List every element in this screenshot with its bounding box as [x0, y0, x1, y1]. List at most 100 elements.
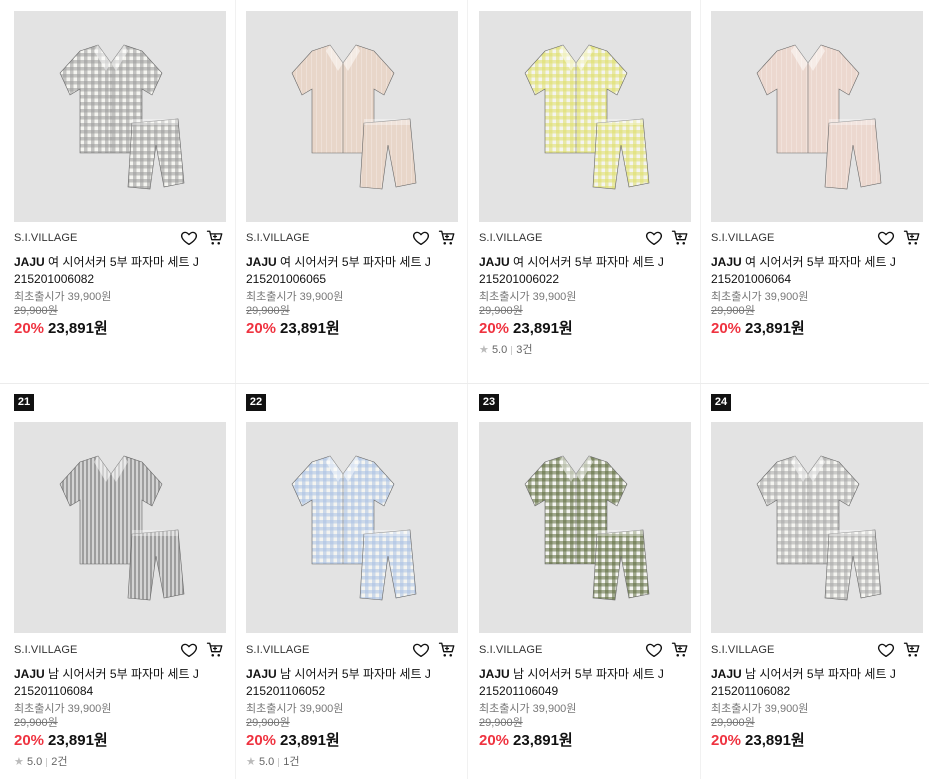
- product-name-brand: JAJU: [711, 255, 742, 269]
- product-name[interactable]: JAJU 남 시어서커 5부 파자마 세트 J: [246, 666, 458, 683]
- original-price-label: 최초출시가 39,900원: [246, 291, 344, 303]
- product-name-brand: JAJU: [479, 255, 510, 269]
- product-image[interactable]: [246, 422, 458, 633]
- cart-icon[interactable]: [903, 641, 921, 659]
- pajama-illustration: [291, 455, 417, 601]
- cart-icon[interactable]: [206, 641, 224, 659]
- price-line: 20% 23,891원: [711, 319, 923, 339]
- discount-rate: 20%: [14, 732, 45, 749]
- review-count: 3건: [516, 344, 533, 356]
- sale-price: 23,891원: [48, 732, 108, 749]
- rank-badge: 22: [246, 394, 266, 411]
- original-price-label: 최초출시가 39,900원: [479, 291, 577, 303]
- product-grid: S.I.VILLAGE JAJU 여 시어서커 5부 파자마 세트 J 2152…: [0, 0, 929, 779]
- product-info: S.I.VILLAGE JAJU 여 시어서커 5부 파자마 세트 J 2152…: [14, 228, 226, 343]
- product-image[interactable]: [711, 11, 923, 222]
- product-name-text: 여 시어서커 5부 파자마 세트 J: [513, 255, 664, 269]
- original-price-label: 최초출시가 39,900원: [246, 703, 344, 715]
- product-code: 215201106049: [479, 684, 559, 698]
- product-name[interactable]: JAJU 남 시어서커 5부 파자마 세트 J: [14, 666, 226, 683]
- rating-divider: [46, 757, 48, 767]
- product-name[interactable]: JAJU 여 시어서커 5부 파자마 세트 J: [14, 254, 226, 271]
- cart-icon[interactable]: [903, 229, 921, 247]
- brand-label[interactable]: S.I.VILLAGE: [246, 644, 309, 656]
- discount-rate: 20%: [479, 732, 510, 749]
- cart-icon[interactable]: [438, 229, 456, 247]
- product-name[interactable]: JAJU 여 시어서커 5부 파자마 세트 J: [479, 254, 691, 271]
- cart-icon[interactable]: [206, 229, 224, 247]
- product-image[interactable]: [711, 422, 923, 633]
- product-code: 215201106052: [246, 684, 326, 698]
- price-line: 20% 23,891원: [246, 319, 458, 339]
- price-line: 20% 23,891원: [14, 731, 226, 751]
- product-image[interactable]: [246, 11, 458, 222]
- brand-label[interactable]: S.I.VILLAGE: [479, 644, 542, 656]
- product-name[interactable]: JAJU 여 시어서커 5부 파자마 세트 J: [246, 254, 458, 271]
- product-code: 215201006082: [14, 272, 95, 286]
- sale-price: 23,891원: [513, 320, 573, 337]
- heart-icon[interactable]: [645, 229, 663, 247]
- rating: ★ 5.0 1건: [246, 755, 458, 769]
- product-info: S.I.VILLAGE JAJU 남 시어서커 5부 파자마 세트 J 2152…: [14, 640, 226, 769]
- product-image[interactable]: [479, 422, 691, 633]
- rank-badge: 21: [14, 394, 34, 411]
- product-name-text: 여 시어서커 5부 파자마 세트 J: [745, 255, 896, 269]
- product-info: S.I.VILLAGE JAJU 남 시어서커 5부 파자마 세트 J 2152…: [246, 640, 458, 769]
- cart-icon[interactable]: [438, 641, 456, 659]
- product-code: 215201006065: [246, 272, 327, 286]
- strike-price: 29,900원: [14, 305, 58, 317]
- product-name[interactable]: JAJU 남 시어서커 5부 파자마 세트 J: [711, 666, 923, 683]
- brand-label[interactable]: S.I.VILLAGE: [711, 644, 774, 656]
- product-row: S.I.VILLAGE JAJU 여 시어서커 5부 파자마 세트 J 2152…: [0, 0, 929, 384]
- product-code: 215201106082: [711, 684, 791, 698]
- discount-rate: 20%: [479, 320, 510, 337]
- heart-icon[interactable]: [412, 641, 430, 659]
- strike-price: 29,900원: [14, 717, 58, 729]
- rating: ★ 5.0 2건: [14, 755, 226, 769]
- product-image[interactable]: [479, 11, 691, 222]
- product-name[interactable]: JAJU 여 시어서커 5부 파자마 세트 J: [711, 254, 923, 271]
- original-price-label: 최초출시가 39,900원: [14, 291, 112, 303]
- review-count: 1건: [283, 756, 300, 768]
- review-count: 2건: [51, 756, 68, 768]
- brand-label[interactable]: S.I.VILLAGE: [14, 232, 77, 244]
- product-image[interactable]: [14, 422, 226, 633]
- brand-label[interactable]: S.I.VILLAGE: [246, 232, 309, 244]
- original-price-label: 최초출시가 39,900원: [479, 703, 577, 715]
- product-code: 215201106084: [14, 684, 94, 698]
- heart-icon[interactable]: [412, 229, 430, 247]
- brand-label[interactable]: S.I.VILLAGE: [711, 232, 774, 244]
- heart-icon[interactable]: [877, 229, 895, 247]
- original-price-label: 최초출시가 39,900원: [711, 703, 809, 715]
- star-icon: ★: [246, 756, 256, 768]
- sale-price: 23,891원: [745, 320, 805, 337]
- product-name[interactable]: JAJU 남 시어서커 5부 파자마 세트 J: [479, 666, 691, 683]
- cart-icon[interactable]: [671, 229, 689, 247]
- rating-divider: [511, 345, 513, 355]
- discount-rate: 20%: [711, 732, 742, 749]
- heart-icon[interactable]: [180, 229, 198, 247]
- product-name-brand: JAJU: [711, 667, 742, 681]
- product-code: 215201006064: [711, 272, 792, 286]
- product-info: S.I.VILLAGE JAJU 여 시어서커 5부 파자마 세트 J 2152…: [711, 228, 923, 343]
- brand-label[interactable]: S.I.VILLAGE: [479, 232, 542, 244]
- pajama-illustration: [59, 44, 185, 190]
- cart-icon[interactable]: [671, 641, 689, 659]
- product-info: S.I.VILLAGE JAJU 남 시어서커 5부 파자마 세트 J 2152…: [711, 640, 923, 755]
- heart-icon[interactable]: [877, 641, 895, 659]
- sale-price: 23,891원: [48, 320, 108, 337]
- strike-price: 29,900원: [479, 717, 523, 729]
- rank-badge: 24: [711, 394, 731, 411]
- star-icon: ★: [479, 344, 489, 356]
- product-name-brand: JAJU: [14, 667, 45, 681]
- sale-price: 23,891원: [280, 732, 340, 749]
- discount-rate: 20%: [14, 320, 45, 337]
- product-name-brand: JAJU: [479, 667, 510, 681]
- strike-price: 29,900원: [479, 305, 523, 317]
- strike-price: 29,900원: [246, 305, 290, 317]
- brand-label[interactable]: S.I.VILLAGE: [14, 644, 77, 656]
- product-image[interactable]: [14, 11, 226, 222]
- pajama-illustration: [524, 44, 650, 190]
- heart-icon[interactable]: [180, 641, 198, 659]
- heart-icon[interactable]: [645, 641, 663, 659]
